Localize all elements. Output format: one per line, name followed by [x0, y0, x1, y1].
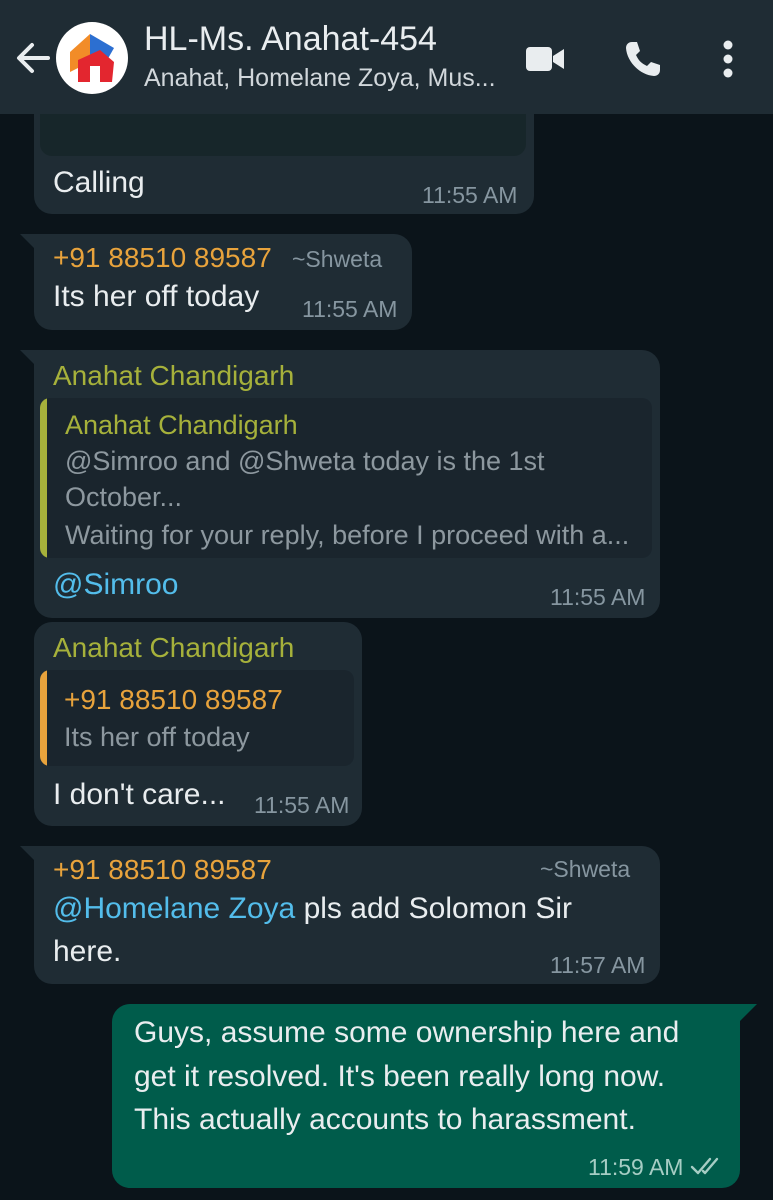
video-call-icon[interactable]: [522, 36, 568, 82]
media-preview[interactable]: [40, 110, 526, 156]
message-text: This actually accounts to harassment.: [134, 1103, 636, 1136]
message-bubble[interactable]: +91 88510 89587 ~Shweta Its her off toda…: [34, 234, 412, 330]
message-text-part: pls add Solomon Sir: [295, 892, 573, 925]
read-double-tick-icon: [690, 1157, 719, 1175]
more-options-icon[interactable]: [706, 36, 750, 82]
quote-text: Waiting for your reply, before I proceed…: [65, 520, 630, 550]
quote-sender: +91 88510 89587: [64, 684, 283, 715]
message-text: Its her off today: [53, 280, 260, 313]
message-text: Calling: [53, 166, 145, 199]
sender-name: ~Shweta: [292, 246, 383, 272]
mention-link[interactable]: @Homelane Zoya: [53, 892, 295, 925]
sender-phone[interactable]: +91 88510 89587: [53, 242, 272, 274]
bubble-tail: [739, 1004, 757, 1022]
message-text: I don't care...: [53, 778, 226, 811]
message-text: here.: [53, 935, 122, 968]
homelane-logo-icon: [70, 34, 114, 82]
sender-name: ~Shweta: [540, 856, 631, 882]
message-time: 11:59 AM: [588, 1154, 684, 1180]
back-arrow-icon[interactable]: [12, 38, 52, 78]
sender-phone[interactable]: +91 88510 89587: [53, 854, 272, 886]
message-bubble[interactable]: +91 88510 89587 ~Shweta @Homelane Zoya p…: [34, 846, 660, 984]
message-time: 11:55 AM: [550, 584, 646, 610]
mention-link[interactable]: @Simroo: [53, 568, 178, 602]
quote-bar: [40, 398, 47, 558]
chat-title[interactable]: HL-Ms. Anahat-454: [144, 20, 437, 59]
message-text: @Homelane Zoya pls add Solomon Sir: [53, 892, 572, 926]
chat-header: HL-Ms. Anahat-454 Anahat, Homelane Zoya,…: [0, 0, 773, 114]
message-bubble-outgoing[interactable]: Guys, assume some ownership here and get…: [112, 1004, 740, 1188]
quoted-message[interactable]: +91 88510 89587 Its her off today: [40, 670, 354, 766]
quote-text: Its her off today: [64, 722, 250, 752]
message-text: get it resolved. It's been really long n…: [134, 1060, 666, 1093]
group-avatar[interactable]: [56, 22, 128, 94]
chat-participants[interactable]: Anahat, Homelane Zoya, Mus...: [144, 64, 496, 93]
message-bubble[interactable]: Anahat Chandigarh +91 88510 89587 Its he…: [34, 622, 362, 826]
quote-bar: [40, 670, 47, 766]
message-text: Guys, assume some ownership here and: [134, 1016, 680, 1049]
message-time: 11:55 AM: [302, 296, 398, 322]
message-bubble[interactable]: Anahat Chandigarh Anahat Chandigarh @Sim…: [34, 350, 660, 618]
quote-text: @Simroo and @Shweta today is the 1st: [65, 446, 545, 476]
sender-name[interactable]: Anahat Chandigarh: [53, 360, 294, 392]
quote-text: October...: [65, 482, 183, 512]
message-time: 11:55 AM: [254, 792, 350, 818]
sender-name[interactable]: Anahat Chandigarh: [53, 632, 294, 664]
message-time: 11:57 AM: [550, 952, 646, 978]
message-time: 11:55 AM: [422, 182, 518, 208]
quote-sender: Anahat Chandigarh: [65, 410, 298, 440]
voice-call-icon[interactable]: [620, 36, 666, 82]
quoted-message[interactable]: Anahat Chandigarh @Simroo and @Shweta to…: [40, 398, 652, 558]
